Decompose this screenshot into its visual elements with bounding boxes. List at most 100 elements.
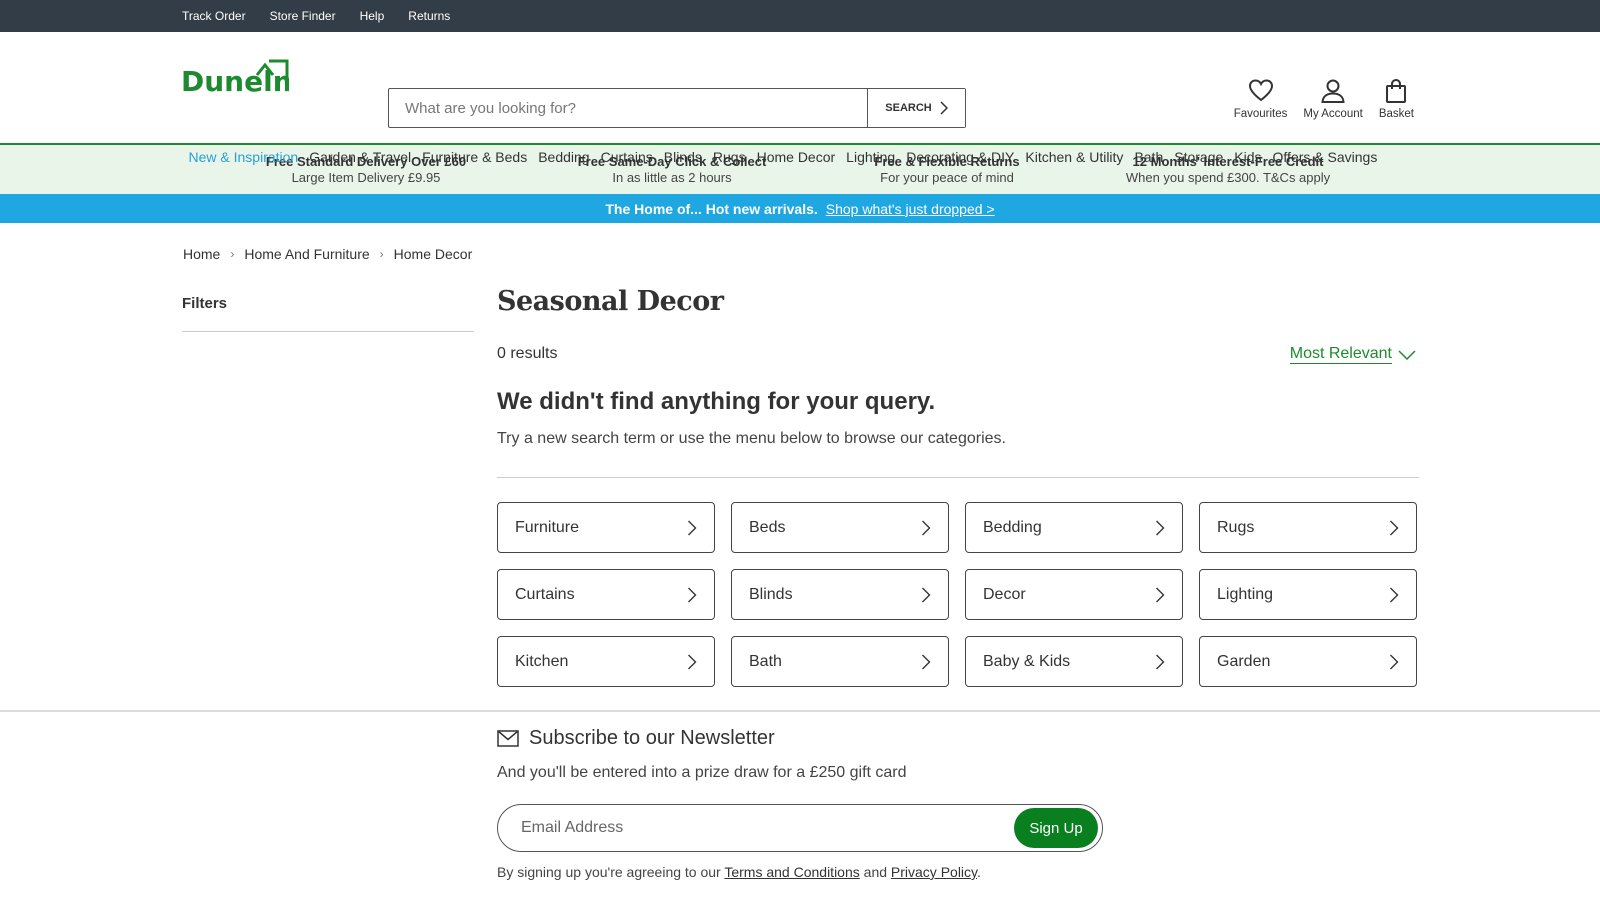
category-curtains-button[interactable]: Curtains [497, 569, 715, 620]
chevron-right-icon [922, 520, 931, 535]
chevron-right-icon [1156, 654, 1165, 669]
category-decor-button[interactable]: Decor [965, 569, 1183, 620]
category-garden-button[interactable]: Garden [1199, 636, 1417, 687]
nav-bath[interactable]: Bath [1129, 149, 1169, 165]
nav-bedding[interactable]: Bedding [533, 149, 595, 165]
chevron-right-icon [922, 587, 931, 602]
heart-icon [1248, 79, 1273, 102]
category-bath-button[interactable]: Bath [731, 636, 949, 687]
promo-banner: The Home of... Hot new arrivals. Shop wh… [0, 194, 1600, 223]
category-lighting-button[interactable]: Lighting [1199, 569, 1417, 620]
terms-link[interactable]: Terms and Conditions [724, 864, 859, 880]
usp-sub: When you spend £300. T&Cs apply [1125, 170, 1331, 185]
category-blinds-button[interactable]: Blinds [731, 569, 949, 620]
returns-link[interactable]: Returns [408, 9, 450, 23]
account-button[interactable]: My Account [1303, 78, 1363, 120]
newsletter-title: Subscribe to our Newsletter [529, 727, 775, 749]
nav-lighting[interactable]: Lighting [841, 149, 901, 165]
newsletter-section: Subscribe to our Newsletter And you'll b… [0, 710, 1600, 900]
category-label: Curtains [515, 585, 575, 603]
category-baby-kids-button[interactable]: Baby & Kids [965, 636, 1183, 687]
category-beds-button[interactable]: Beds [731, 502, 949, 553]
chevron-right-icon [940, 101, 948, 115]
newsletter-subtitle: And you'll be entered into a prize draw … [497, 764, 907, 781]
utility-bar: Track Order Store Finder Help Returns [0, 0, 1600, 32]
chevron-down-icon [1398, 349, 1416, 360]
nav-kitchen-utility[interactable]: Kitchen & Utility [1020, 149, 1129, 165]
usp-sub: In as little as 2 hours [612, 170, 732, 185]
category-label: Furniture [515, 518, 580, 536]
category-label: Bedding [983, 518, 1042, 536]
breadcrumb-home[interactable]: Home [183, 246, 220, 262]
promo-link[interactable]: Shop what's just dropped > [826, 201, 995, 217]
search-input[interactable] [389, 89, 867, 127]
nav-garden-travel[interactable]: Garden & Travel [304, 149, 417, 165]
category-label: Decor [983, 585, 1026, 603]
chevron-right-icon [922, 654, 931, 669]
chevron-right-icon [688, 520, 697, 535]
sort-dropdown[interactable]: Most Relevant [1289, 345, 1416, 364]
shopping-bag-icon [1386, 78, 1407, 103]
nav-kids[interactable]: Kids [1229, 149, 1267, 165]
nav-offers-savings[interactable]: Offers & Savings [1267, 149, 1383, 165]
nav-decorating-diy[interactable]: Decorating & DIY [901, 149, 1020, 165]
basket-button[interactable]: Basket [1379, 78, 1414, 120]
search-button[interactable]: SEARCH [867, 89, 965, 127]
user-icon [1321, 79, 1345, 103]
help-link[interactable]: Help [360, 9, 385, 23]
sign-up-button[interactable]: Sign Up [1014, 808, 1098, 848]
chevron-right-icon [1390, 520, 1399, 535]
category-label: Beds [749, 518, 786, 536]
category-label: Kitchen [515, 652, 569, 670]
chevron-right-icon: › [379, 247, 384, 261]
track-order-link[interactable]: Track Order [182, 9, 246, 23]
category-kitchen-button[interactable]: Kitchen [497, 636, 715, 687]
newsletter-terms: By signing up you're agreeing to our Ter… [497, 864, 981, 880]
nav-new-inspiration[interactable]: New & Inspiration [183, 149, 304, 165]
content-divider [497, 477, 1419, 478]
chevron-right-icon [1390, 587, 1399, 602]
search-bar: SEARCH [388, 88, 966, 128]
newsletter-form: Sign Up [497, 804, 1103, 852]
breadcrumb-home-and-furniture[interactable]: Home And Furniture [244, 246, 369, 262]
empty-state-text: Try a new search term or use the menu be… [497, 430, 1006, 447]
dunelm-logo-mark: Dunelm [181, 59, 302, 98]
nav-furniture-beds[interactable]: Furniture & Beds [417, 149, 533, 165]
nav-curtains[interactable]: Curtains [595, 149, 658, 165]
promo-text: The Home of... Hot new arrivals. [605, 200, 818, 217]
category-label: Bath [749, 652, 782, 670]
envelope-icon [497, 730, 519, 747]
store-finder-link[interactable]: Store Finder [270, 9, 336, 23]
chevron-right-icon [688, 587, 697, 602]
newsletter-heading: Subscribe to our Newsletter [497, 727, 775, 750]
main-nav: New & Inspiration Garden & Travel Furnit… [183, 149, 1383, 165]
site-header: Dunelm SEARCH Favourites My Account Bask… [0, 32, 1600, 165]
breadcrumb: Home › Home And Furniture › Home Decor [183, 246, 472, 262]
header-actions: Favourites My Account Basket [1234, 78, 1414, 120]
nav-blinds[interactable]: Blinds [658, 149, 707, 165]
email-field[interactable] [521, 819, 1014, 837]
nav-storage[interactable]: Storage [1169, 149, 1229, 165]
category-rugs-button[interactable]: Rugs [1199, 502, 1417, 553]
sort-label: Most Relevant [1289, 345, 1392, 364]
chevron-right-icon [1390, 654, 1399, 669]
usp-sub: Large Item Delivery £9.95 [291, 170, 441, 185]
terms-prefix: By signing up you're agreeing to our [497, 864, 721, 880]
usp-sub: For your peace of mind [880, 170, 1014, 185]
filters-heading: Filters [182, 295, 228, 312]
empty-state-title: We didn't find anything for your query. [497, 388, 936, 415]
category-label: Garden [1217, 652, 1271, 670]
privacy-link[interactable]: Privacy Policy [891, 864, 977, 880]
favourites-button[interactable]: Favourites [1234, 78, 1287, 120]
nav-home-decor[interactable]: Home Decor [751, 149, 841, 165]
breadcrumb-home-decor[interactable]: Home Decor [394, 246, 473, 262]
category-label: Blinds [749, 585, 793, 603]
results-count: 0 results [497, 345, 558, 362]
nav-rugs[interactable]: Rugs [707, 149, 751, 165]
chevron-right-icon [688, 654, 697, 669]
category-bedding-button[interactable]: Bedding [965, 502, 1183, 553]
category-furniture-button[interactable]: Furniture [497, 502, 715, 553]
dunelm-logo[interactable]: Dunelm [181, 51, 302, 98]
category-label: Lighting [1217, 585, 1274, 603]
account-label: My Account [1303, 108, 1363, 120]
